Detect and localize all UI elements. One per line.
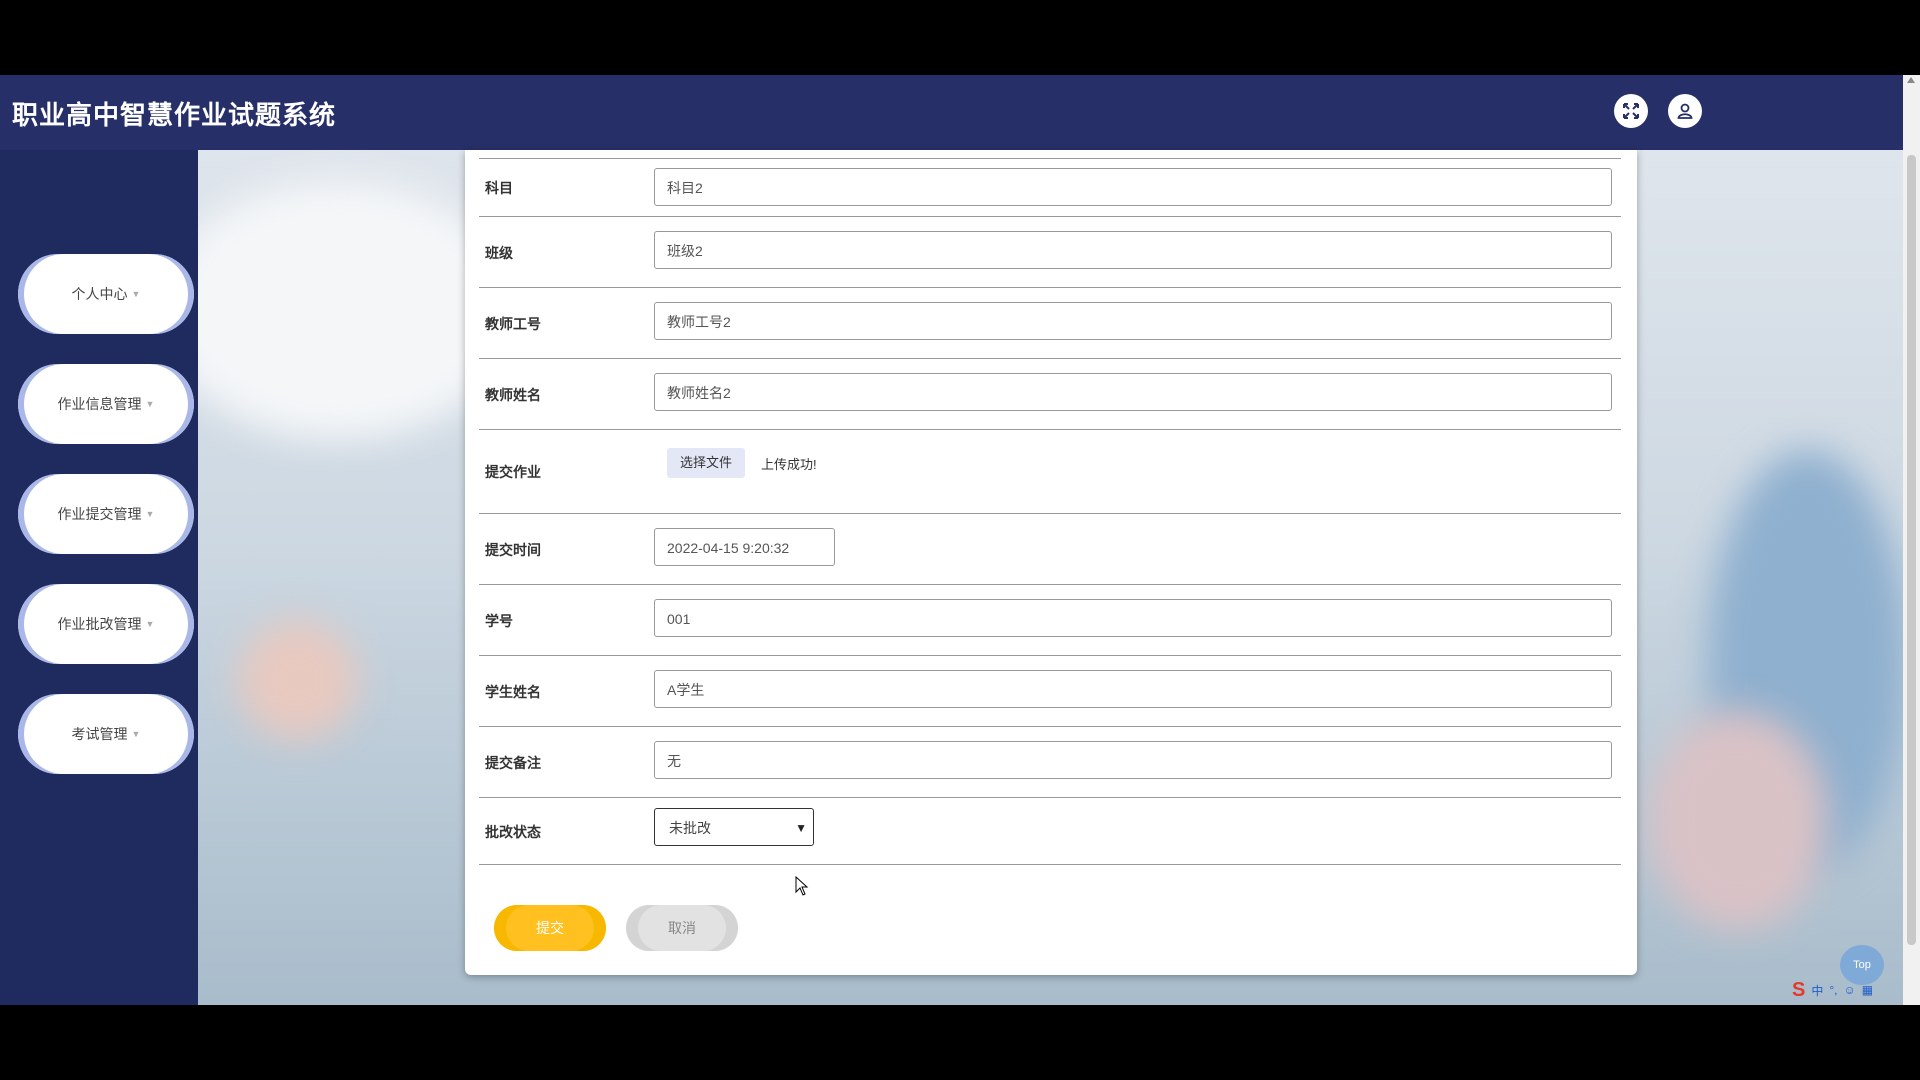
- back-to-top-button[interactable]: Top: [1840, 945, 1884, 985]
- header-bar: 职业高中智慧作业试题系统: [0, 75, 1903, 150]
- scroll-up-icon[interactable]: [1907, 77, 1915, 83]
- upload-status: 上传成功!: [761, 457, 817, 472]
- student-id-label: 学号: [485, 613, 513, 629]
- system-tray: S 中 °, ☺ ▦: [1792, 979, 1873, 1002]
- chevron-down-icon: ▼: [131, 729, 141, 739]
- remark-label: 提交备注: [485, 755, 541, 771]
- sidebar-item-label: 考试管理: [71, 726, 128, 742]
- punctuation-icon[interactable]: °,: [1829, 983, 1837, 997]
- student-name-label: 学生姓名: [485, 684, 541, 700]
- class-label: 班级: [485, 245, 513, 261]
- sidebar-item-label: 作业提交管理: [57, 506, 142, 522]
- sidebar-item-homework-review[interactable]: 作业批改管理 ▼: [18, 584, 194, 664]
- form-row-subject: 科目 科目2: [479, 158, 1621, 217]
- subject-input[interactable]: 科目2: [654, 168, 1612, 206]
- emoji-icon[interactable]: ☺: [1844, 983, 1856, 997]
- student-name-input[interactable]: A学生: [654, 670, 1612, 708]
- student-id-input[interactable]: 001: [654, 599, 1612, 637]
- sidebar-item-label: 作业信息管理: [57, 396, 142, 412]
- chevron-down-icon: ▼: [795, 821, 807, 835]
- ime-mode-indicator[interactable]: 中: [1811, 982, 1823, 999]
- class-input[interactable]: 班级2: [654, 231, 1612, 269]
- chevron-down-icon: ▼: [145, 619, 155, 629]
- app-title: 职业高中智慧作业试题系统: [12, 100, 337, 130]
- form-row-review-status: 批改状态 未批改 ▼: [479, 798, 1621, 865]
- keyboard-icon[interactable]: ▦: [1862, 983, 1873, 997]
- form-row-teacher-name: 教师姓名 教师姓名2: [479, 359, 1621, 430]
- form-row-class: 班级 班级2: [479, 217, 1621, 288]
- submit-time-label: 提交时间: [485, 542, 541, 558]
- review-status-value: 未批改: [669, 820, 711, 836]
- fullscreen-icon[interactable]: [1614, 94, 1648, 128]
- sidebar-item-exam[interactable]: 考试管理 ▼: [18, 694, 194, 774]
- teacher-id-label: 教师工号: [485, 316, 541, 332]
- user-icon[interactable]: [1668, 94, 1702, 128]
- app-window: 职业高中智慧作业试题系统 个人中心 ▼ 作业信息管理 ▼ 作业提交管理 ▼ 作业批改管…: [0, 75, 1920, 1005]
- sidebar-item-label: 个人中心: [71, 286, 128, 302]
- edit-form: 科目 科目2 班级 班级2 教师工号 教师工号2 教师姓名 教师姓名2 提交作业…: [465, 150, 1637, 975]
- sogou-ime-icon[interactable]: S: [1792, 979, 1805, 1002]
- background-shape: [238, 620, 358, 740]
- scrollbar-thumb[interactable]: [1907, 155, 1916, 945]
- submit-homework-label: 提交作业: [485, 464, 541, 480]
- submit-time-input[interactable]: 2022-04-15 9:20:32: [654, 528, 835, 566]
- sidebar-item-label: 作业批改管理: [57, 616, 142, 632]
- review-status-select[interactable]: 未批改 ▼: [654, 808, 814, 846]
- form-row-student-name: 学生姓名 A学生: [479, 656, 1621, 727]
- teacher-name-input[interactable]: 教师姓名2: [654, 373, 1612, 411]
- review-status-label: 批改状态: [485, 824, 541, 840]
- form-row-student-id: 学号 001: [479, 585, 1621, 656]
- sidebar-item-homework-submission[interactable]: 作业提交管理 ▼: [18, 474, 194, 554]
- form-row-remark: 提交备注 无: [479, 727, 1621, 798]
- page-scrollbar[interactable]: [1903, 75, 1920, 1005]
- teacher-id-input[interactable]: 教师工号2: [654, 302, 1612, 340]
- cancel-button[interactable]: 取消: [626, 905, 738, 951]
- submit-button[interactable]: 提交: [494, 905, 606, 951]
- chevron-down-icon: ▼: [131, 289, 141, 299]
- form-row-teacher-id: 教师工号 教师工号2: [479, 288, 1621, 359]
- mouse-cursor-icon: [795, 876, 809, 896]
- choose-file-button[interactable]: 选择文件: [667, 448, 745, 478]
- teacher-name-label: 教师姓名: [485, 387, 541, 403]
- background-shape: [1648, 710, 1828, 930]
- chevron-down-icon: ▼: [145, 509, 155, 519]
- chevron-down-icon: ▼: [145, 399, 155, 409]
- sidebar: 个人中心 ▼ 作业信息管理 ▼ 作业提交管理 ▼ 作业批改管理 ▼ 考试管理 ▼: [0, 150, 198, 1005]
- sidebar-item-personal-center[interactable]: 个人中心 ▼: [18, 254, 194, 334]
- sidebar-item-homework-info[interactable]: 作业信息管理 ▼: [18, 364, 194, 444]
- remark-input[interactable]: 无: [654, 741, 1612, 779]
- form-row-submit-time: 提交时间 2022-04-15 9:20:32: [479, 514, 1621, 585]
- form-row-submit-homework: 提交作业 选择文件 上传成功!: [479, 430, 1621, 514]
- subject-label: 科目: [485, 180, 513, 196]
